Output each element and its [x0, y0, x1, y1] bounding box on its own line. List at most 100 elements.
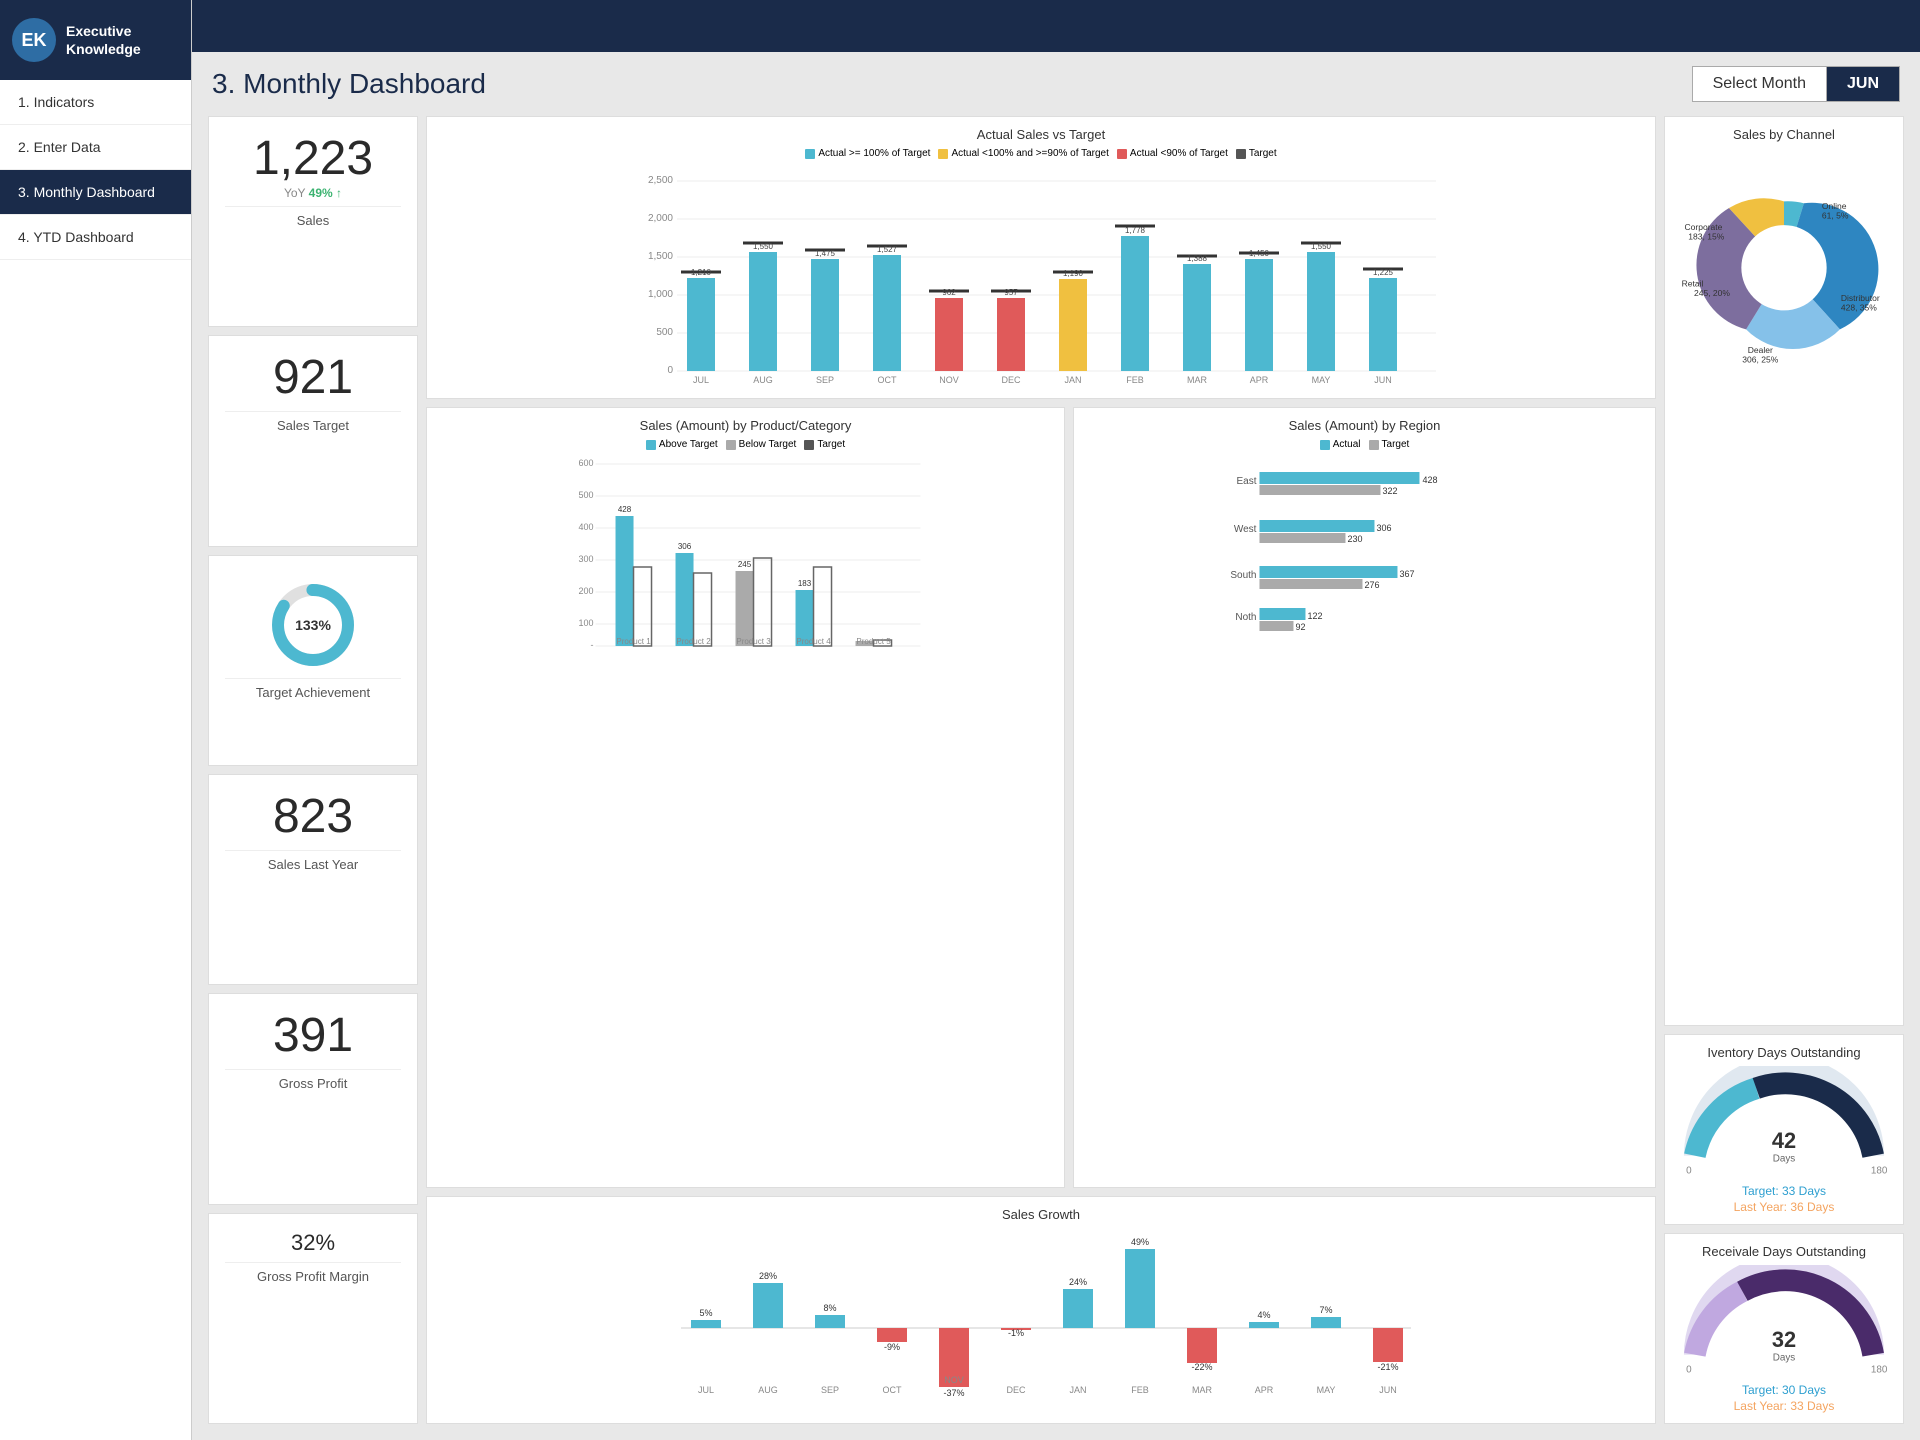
svg-text:0: 0 [1686, 1365, 1692, 1375]
west-actual-bar [1260, 520, 1375, 532]
kpi-column: 1,223 YoY 49% ↑ Sales 921 Sales Target [208, 116, 418, 1424]
select-month-label[interactable]: Select Month [1693, 67, 1827, 101]
svg-text:OCT: OCT [883, 1385, 903, 1395]
page-title: 3. Monthly Dashboard [212, 68, 486, 100]
svg-text:306: 306 [1377, 523, 1392, 533]
growth-mar-bar [1187, 1328, 1217, 1363]
svg-text:500: 500 [656, 327, 673, 338]
sidebar-item-indicators[interactable]: 1. Indicators [0, 80, 191, 125]
sales-by-product-chart: 600 500 400 300 200 100 - [437, 454, 1054, 654]
svg-text:2,500: 2,500 [648, 175, 673, 186]
legend-near-target-dot [938, 149, 948, 159]
sales-by-product-card: Sales (Amount) by Product/Category Above… [426, 407, 1065, 1188]
svg-text:Retail: Retail [1682, 279, 1704, 289]
svg-text:962: 962 [942, 288, 956, 297]
east-actual-bar [1260, 472, 1420, 484]
svg-text:JUN: JUN [1374, 375, 1392, 383]
svg-text:-22%: -22% [1191, 1362, 1212, 1372]
svg-text:322: 322 [1383, 486, 1398, 496]
svg-text:JAN: JAN [1069, 1385, 1086, 1395]
prod1-target [634, 567, 652, 646]
brand-name: Executive Knowledge [66, 22, 141, 58]
svg-text:MAY: MAY [1317, 1385, 1336, 1395]
inventory-target-label: Target: 33 Days [1675, 1184, 1893, 1198]
svg-text:183, 15%: 183, 15% [1688, 231, 1724, 241]
prod1-actual [616, 516, 634, 646]
svg-text:NOV: NOV [944, 1375, 964, 1385]
svg-text:SEP: SEP [821, 1385, 839, 1395]
legend-below-target-dot [1117, 149, 1127, 159]
sidebar-item-monthly-dashboard[interactable]: 3. Monthly Dashboard [0, 170, 191, 215]
south-actual-bar [1260, 566, 1398, 578]
svg-text:OCT: OCT [878, 375, 898, 383]
sidebar-item-enter-data[interactable]: 2. Enter Data [0, 125, 191, 170]
growth-apr-bar [1249, 1322, 1279, 1328]
svg-text:100: 100 [578, 618, 593, 628]
svg-text:Noth: Noth [1235, 612, 1256, 623]
legend-target-prod: Target [804, 439, 845, 450]
main-content: 3. Monthly Dashboard Select Month JUN 1,… [192, 0, 1920, 1440]
sidebar-item-ytd-dashboard[interactable]: 4. YTD Dashboard [0, 215, 191, 260]
prod2-actual [676, 553, 694, 646]
sales-growth-chart: 5% JUL 28% AUG 8% SEP -9% OCT [437, 1228, 1645, 1408]
month-selector[interactable]: Select Month JUN [1692, 66, 1900, 102]
svg-text:8%: 8% [823, 1303, 836, 1313]
legend-below-target: Actual <90% of Target [1117, 148, 1228, 159]
bar-jul [687, 278, 715, 371]
prod3-target [754, 558, 772, 646]
logo-area: EK Executive Knowledge [0, 0, 191, 80]
bar-sep [811, 259, 839, 371]
svg-text:1,225: 1,225 [1373, 268, 1394, 277]
svg-text:APR: APR [1255, 1385, 1274, 1395]
prod4-target [814, 567, 832, 646]
svg-text:-21%: -21% [1377, 1362, 1398, 1372]
legend-above-target-dot [805, 149, 815, 159]
kpi-sales-target-label: Sales Target [225, 418, 401, 433]
svg-text:-1%: -1% [1008, 1328, 1024, 1338]
actual-vs-target-title: Actual Sales vs Target [437, 127, 1645, 142]
legend-near-target: Actual <100% and >=90% of Target [938, 148, 1108, 159]
legend-above-target: Actual >= 100% of Target [805, 148, 930, 159]
sales-by-channel-chart: Online 61, 5% Distributor 428, 35% Deale… [1675, 148, 1893, 378]
sales-by-channel-title: Sales by Channel [1675, 127, 1893, 142]
svg-text:-37%: -37% [943, 1388, 964, 1398]
svg-text:FEB: FEB [1131, 1385, 1149, 1395]
kpi-sales-yoy-value: 49% ↑ [309, 186, 342, 200]
svg-text:1,527: 1,527 [877, 245, 898, 254]
svg-text:MAY: MAY [1312, 375, 1331, 383]
legend-actual-dot-region [1320, 440, 1330, 450]
legend-target-dot-region [1369, 440, 1379, 450]
sales-by-product-legend: Above Target Below Target Target [437, 439, 1054, 450]
svg-text:7%: 7% [1319, 1305, 1332, 1315]
growth-jun-bar [1373, 1328, 1403, 1362]
kpi-sales: 1,223 YoY 49% ↑ Sales [208, 116, 418, 327]
growth-jul-bar [691, 1320, 721, 1328]
svg-text:428: 428 [618, 505, 632, 514]
receivable-days-card: Receivale Days Outstanding 32 Days 0 180… [1664, 1233, 1904, 1424]
svg-text:49%: 49% [1131, 1237, 1149, 1247]
kpi-sales-yoy-label: YoY 49% ↑ [225, 186, 401, 200]
inventory-lastyear-label: Last Year: 36 Days [1675, 1200, 1893, 1214]
selected-month-value[interactable]: JUN [1827, 67, 1899, 101]
svg-text:1,388: 1,388 [1187, 254, 1208, 263]
legend-target-region: Target [1369, 439, 1410, 450]
svg-text:Distributor: Distributor [1841, 293, 1880, 303]
svg-text:Product 2: Product 2 [676, 637, 711, 646]
sales-by-region-title: Sales (Amount) by Region [1084, 418, 1645, 433]
svg-text:Online: Online [1822, 201, 1847, 211]
legend-actual-region: Actual [1320, 439, 1361, 450]
svg-text:4%: 4% [1257, 1310, 1270, 1320]
growth-feb-bar [1125, 1249, 1155, 1328]
svg-text:1,000: 1,000 [648, 289, 673, 300]
dashboard-layout: 1,223 YoY 49% ↑ Sales 921 Sales Target [192, 116, 1920, 1440]
svg-text:AUG: AUG [758, 1385, 778, 1395]
bar-may [1307, 252, 1335, 371]
svg-text:NOV: NOV [939, 375, 959, 383]
svg-text:FEB: FEB [1126, 375, 1144, 383]
top-header-bar [192, 0, 1920, 52]
svg-text:DEC: DEC [1006, 1385, 1026, 1395]
logo-icon: EK [12, 18, 56, 62]
svg-text:92: 92 [1296, 622, 1306, 632]
svg-text:400: 400 [578, 522, 593, 532]
charts-column: Actual Sales vs Target Actual >= 100% of… [426, 116, 1656, 1424]
